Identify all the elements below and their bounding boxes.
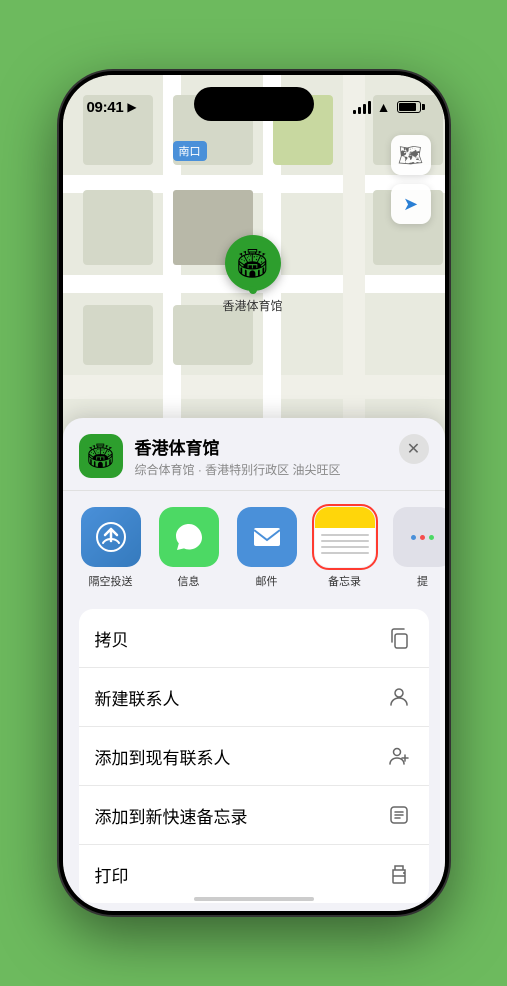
- pin-dot: [249, 286, 257, 294]
- map-label-tag: 南口: [173, 141, 207, 161]
- notes-line: [321, 534, 369, 536]
- venue-name: 香港体育馆: [135, 434, 429, 459]
- venue-pin-label: 香港体育馆: [223, 297, 283, 314]
- venue-subtitle: 综合体育馆 · 香港特别行政区 油尖旺区: [135, 461, 429, 478]
- action-list: 拷贝 新建联系人: [79, 609, 429, 903]
- map-block: [173, 305, 253, 365]
- action-add-existing[interactable]: 添加到现有联系人: [79, 727, 429, 786]
- dynamic-island: [194, 87, 314, 121]
- notes-line: [321, 546, 369, 548]
- phone-frame: 09:41 ▶ ▲: [59, 71, 449, 915]
- map-road-main: [63, 375, 445, 399]
- messages-icon: [159, 507, 219, 567]
- print-icon: [385, 860, 413, 888]
- phone-screen: 09:41 ▶ ▲: [63, 75, 445, 911]
- bottom-sheet: 🏟 香港体育馆 综合体育馆 · 香港特别行政区 油尖旺区 ✕: [63, 418, 445, 911]
- location-button[interactable]: ➤: [391, 184, 431, 224]
- sheet-header: 🏟 香港体育馆 综合体育馆 · 香港特别行政区 油尖旺区 ✕: [63, 418, 445, 491]
- map-type-button[interactable]: 🗺: [391, 135, 431, 175]
- signal-bar-3: [363, 104, 366, 114]
- status-icons: ▲: [353, 99, 421, 115]
- notes-icon: [315, 507, 375, 567]
- map-controls: 🗺 ➤: [391, 135, 431, 232]
- share-row: 隔空投送 信息: [63, 491, 445, 601]
- share-item-mail[interactable]: 邮件: [235, 507, 299, 589]
- person-add-icon: [385, 742, 413, 770]
- map-label-text: 南口: [179, 146, 201, 158]
- venue-info: 香港体育馆 综合体育馆 · 香港特别行政区 油尖旺区: [135, 434, 429, 478]
- map-type-icon: 🗺: [398, 143, 423, 168]
- stadium-pin[interactable]: 🏟 香港体育馆: [223, 235, 283, 314]
- home-indicator: [194, 897, 314, 901]
- status-time: 09:41: [87, 99, 124, 116]
- pin-circle: 🏟: [225, 235, 281, 291]
- notes-line: [321, 540, 369, 542]
- notes-lines: [315, 528, 375, 567]
- mail-label: 邮件: [256, 573, 278, 589]
- signal-bar-1: [353, 110, 356, 114]
- action-copy-label: 拷贝: [95, 626, 129, 651]
- action-new-contact[interactable]: 新建联系人: [79, 668, 429, 727]
- messages-label: 信息: [178, 573, 200, 589]
- venue-icon: 🏟: [79, 434, 123, 478]
- person-icon: [385, 683, 413, 711]
- more-icon: [393, 507, 445, 567]
- map-block: [83, 190, 153, 265]
- action-add-existing-label: 添加到现有联系人: [95, 744, 231, 769]
- action-quick-note[interactable]: 添加到新快速备忘录: [79, 786, 429, 845]
- copy-icon: [385, 624, 413, 652]
- share-item-more[interactable]: 提: [391, 507, 445, 589]
- share-item-messages[interactable]: 信息: [157, 507, 221, 589]
- wifi-icon: ▲: [377, 99, 391, 115]
- action-print-label: 打印: [95, 862, 129, 887]
- signal-bar-2: [358, 107, 361, 114]
- share-item-notes[interactable]: 备忘录: [313, 507, 377, 589]
- signal-bars: [353, 101, 371, 114]
- signal-bar-4: [368, 101, 371, 114]
- airdrop-label: 隔空投送: [89, 573, 133, 589]
- close-button[interactable]: ✕: [399, 434, 429, 464]
- action-print[interactable]: 打印: [79, 845, 429, 903]
- note-icon: [385, 801, 413, 829]
- notes-line: [321, 552, 369, 554]
- mail-icon: [237, 507, 297, 567]
- location-icon: ➤: [403, 194, 418, 215]
- action-quick-note-label: 添加到新快速备忘录: [95, 803, 248, 828]
- more-label: 提: [417, 573, 428, 589]
- action-new-contact-label: 新建联系人: [95, 685, 180, 710]
- battery-icon: [397, 101, 421, 113]
- share-item-airdrop[interactable]: 隔空投送: [79, 507, 143, 589]
- notes-label: 备忘录: [328, 573, 361, 589]
- battery-fill: [399, 103, 416, 111]
- action-copy[interactable]: 拷贝: [79, 609, 429, 668]
- map-block: [83, 305, 153, 365]
- airdrop-icon: [81, 507, 141, 567]
- close-icon: ✕: [407, 439, 420, 459]
- location-arrow-icon: ▶: [127, 100, 136, 114]
